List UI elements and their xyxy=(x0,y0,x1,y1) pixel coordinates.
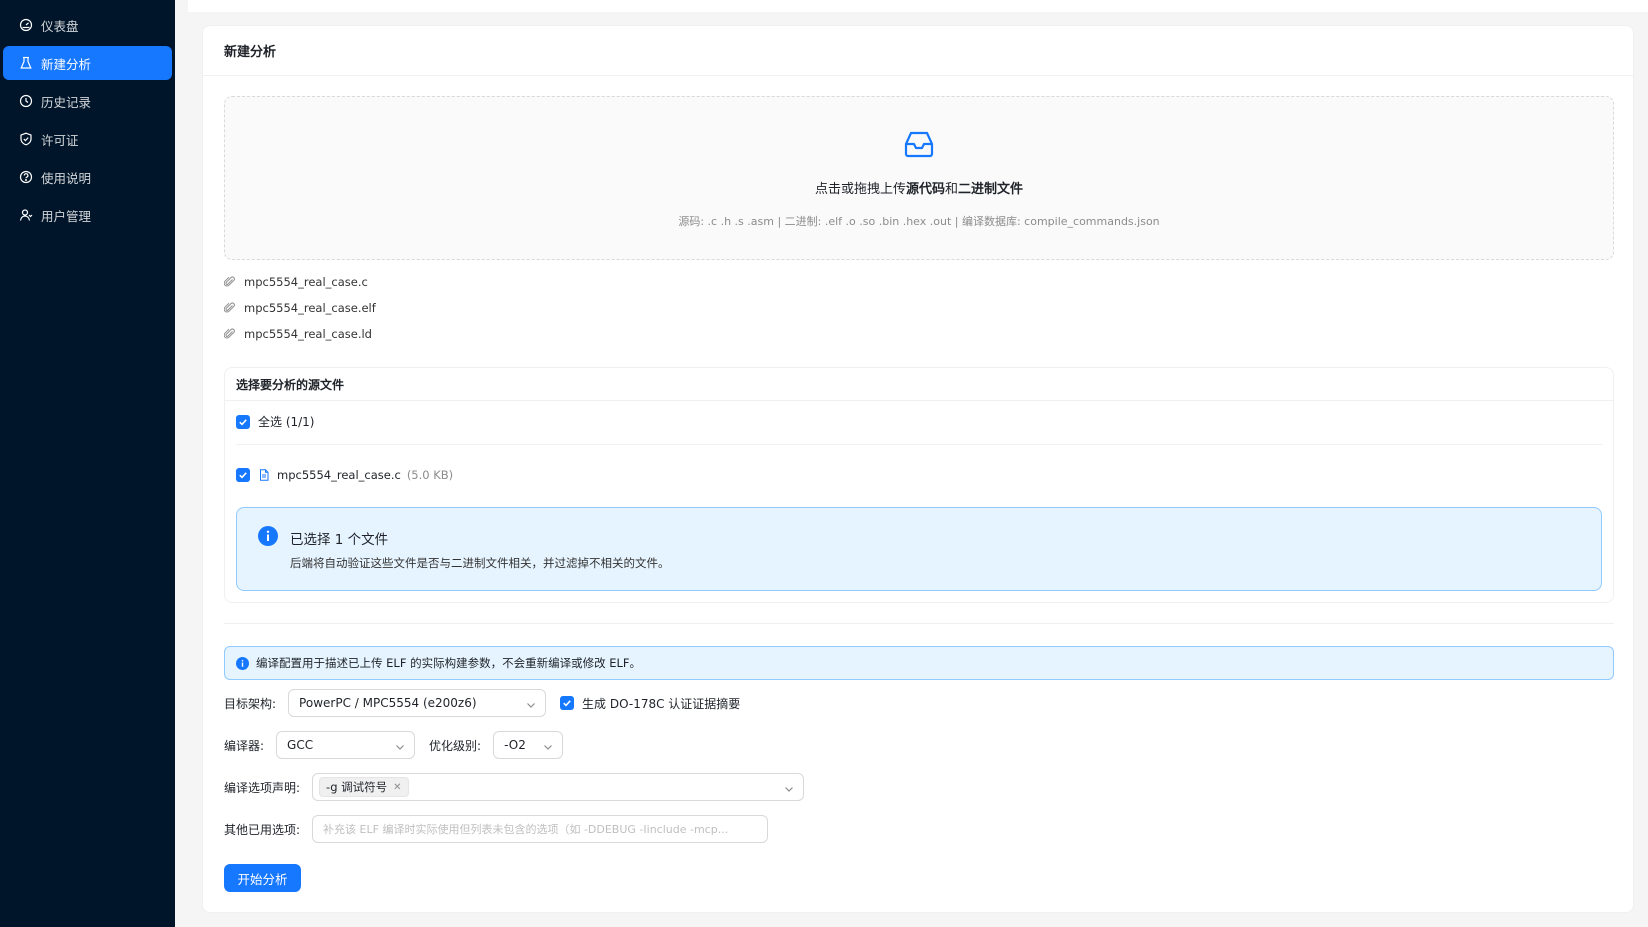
inbox-icon xyxy=(902,127,936,161)
start-analysis-button[interactable]: 开始分析 xyxy=(224,864,301,892)
sidebar: 仪表盘 新建分析 历史记录 许可证 使用说明 用户管理 xyxy=(0,0,175,927)
history-icon xyxy=(19,94,33,108)
close-icon[interactable]: ✕ xyxy=(393,782,401,793)
config-info-text: 编译配置用于描述已上传 ELF 的实际构建参数，不会重新编译或修改 ELF。 xyxy=(256,656,642,670)
alert-title: 已选择 1 个文件 xyxy=(290,532,389,548)
paperclip-icon xyxy=(224,302,236,314)
checkbox-checked-icon xyxy=(560,696,575,710)
list-item[interactable]: mpc5554_real_case.elf xyxy=(224,295,376,321)
shield-icon xyxy=(19,132,33,146)
config-info-alert: 编译配置用于描述已上传 ELF 的实际构建参数，不会重新编译或修改 ELF。 xyxy=(224,646,1614,680)
sidebar-item-new-analysis[interactable]: 新建分析 xyxy=(3,46,172,80)
flags-label: 编译选项声明: xyxy=(224,780,301,795)
checkbox-checked-icon xyxy=(236,414,250,429)
flag-tag-label: -g 调试符号 xyxy=(326,780,388,794)
sidebar-item-label: 历史记录 xyxy=(41,94,92,110)
arch-label: 目标架构: xyxy=(224,696,277,711)
alert-description: 后端将自动验证这些文件是否与二进制文件相关，并过滤掉不相关的文件。 xyxy=(290,556,670,570)
opt-level-select[interactable]: -O2 xyxy=(493,731,564,759)
upload-dropzone[interactable]: 点击或拖拽上传源代码和二进制文件 源码: .c .h .s .asm | 二进制… xyxy=(224,96,1614,260)
other-label: 其他已用选项: xyxy=(224,822,301,837)
sidebar-item-license[interactable]: 许可证 xyxy=(3,122,172,156)
source-file-name: mpc5554_real_case.c xyxy=(277,468,401,482)
uploaded-file-list: mpc5554_real_case.c mpc5554_real_case.el… xyxy=(224,269,376,347)
compiler-select[interactable]: GCC xyxy=(276,731,416,759)
users-icon xyxy=(19,208,33,222)
flags-multiselect[interactable]: -g 调试符号 ✕ xyxy=(312,773,805,801)
opt-value: -O2 xyxy=(504,738,526,752)
file-name: mpc5554_real_case.elf xyxy=(244,301,376,315)
upload-title: 点击或拖拽上传源代码和二进制文件 xyxy=(814,182,1024,197)
sidebar-item-label: 新建分析 xyxy=(41,56,92,72)
select-all-checkbox[interactable]: 全选 (1/1) xyxy=(236,413,315,430)
checkbox-checked-icon xyxy=(236,468,250,482)
help-icon xyxy=(19,170,33,184)
chevron-down-icon xyxy=(526,699,536,709)
sidebar-item-dashboard[interactable]: 仪表盘 xyxy=(3,8,172,42)
selection-info-alert: 已选择 1 个文件 后端将自动验证这些文件是否与二进制文件相关，并过滤掉不相关的… xyxy=(236,507,1602,591)
flag-tag: -g 调试符号 ✕ xyxy=(319,777,409,797)
do178c-checkbox[interactable]: 生成 DO-178C 认证证据摘要 xyxy=(560,695,740,712)
compiler-label: 编译器: xyxy=(224,738,265,753)
paperclip-icon xyxy=(224,328,236,340)
sidebar-item-label: 用户管理 xyxy=(41,208,92,224)
compiler-value: GCC xyxy=(287,738,314,752)
sidebar-item-label: 许可证 xyxy=(41,132,79,148)
file-name: mpc5554_real_case.c xyxy=(244,275,368,289)
paperclip-icon xyxy=(224,276,236,288)
new-analysis-card: 新建分析 点击或拖拽上传源代码和二进制文件 源码: .c .h .s .asm … xyxy=(202,25,1634,913)
header-strip xyxy=(188,0,1648,12)
flask-icon xyxy=(19,56,33,70)
source-file-size: (5.0 KB) xyxy=(406,468,454,482)
arch-value: PowerPC / MPC5554 (e200z6) xyxy=(299,696,477,710)
sidebar-item-help[interactable]: 使用说明 xyxy=(3,160,172,194)
divider xyxy=(236,444,1602,445)
do178c-label: 生成 DO-178C 认证证据摘要 xyxy=(582,696,741,711)
list-item[interactable]: mpc5554_real_case.c xyxy=(224,269,376,295)
chevron-down-icon xyxy=(395,741,405,751)
chevron-down-icon xyxy=(543,741,553,751)
sidebar-item-history[interactable]: 历史记录 xyxy=(3,84,172,118)
info-icon xyxy=(236,656,249,670)
upload-hint: 源码: .c .h .s .asm | 二进制: .elf .o .so .bi… xyxy=(678,215,1160,228)
flags-row: 编译选项声明: -g 调试符号 ✕ xyxy=(224,773,805,801)
page-title: 新建分析 xyxy=(203,26,1633,76)
arch-row: 目标架构: PowerPC / MPC5554 (e200z6) 生成 DO-1… xyxy=(224,689,740,717)
list-item[interactable]: mpc5554_real_case.ld xyxy=(224,321,376,347)
opt-label: 优化级别: xyxy=(429,738,482,753)
chevron-down-icon xyxy=(784,783,794,793)
sidebar-item-label: 使用说明 xyxy=(41,170,92,186)
compiler-row: 编译器: GCC 优化级别: -O2 xyxy=(224,731,564,759)
info-icon xyxy=(258,526,278,546)
file-name: mpc5554_real_case.ld xyxy=(244,327,372,341)
other-options-row: 其他已用选项: 补充该 ELF 编译时实际使用但列表未包含的选项（如 -DDEB… xyxy=(224,815,769,843)
source-file-checkbox[interactable]: mpc5554_real_case.c (5.0 KB) xyxy=(236,468,453,482)
sidebar-item-users[interactable]: 用户管理 xyxy=(3,198,172,232)
divider xyxy=(224,623,1614,624)
select-all-label: 全选 (1/1) xyxy=(258,415,315,429)
source-select-panel: 选择要分析的源文件 全选 (1/1) mpc5554_real_case.c (… xyxy=(224,367,1614,603)
sidebar-item-label: 仪表盘 xyxy=(41,18,79,34)
source-select-title: 选择要分析的源文件 xyxy=(225,368,1613,401)
other-placeholder: 补充该 ELF 编译时实际使用但列表未包含的选项（如 -DDEBUG -Iinc… xyxy=(323,823,729,836)
dashboard-icon xyxy=(19,18,33,32)
arch-select[interactable]: PowerPC / MPC5554 (e200z6) xyxy=(288,689,547,717)
other-options-input[interactable]: 补充该 ELF 编译时实际使用但列表未包含的选项（如 -DDEBUG -Iinc… xyxy=(312,815,769,843)
file-icon xyxy=(258,469,270,481)
